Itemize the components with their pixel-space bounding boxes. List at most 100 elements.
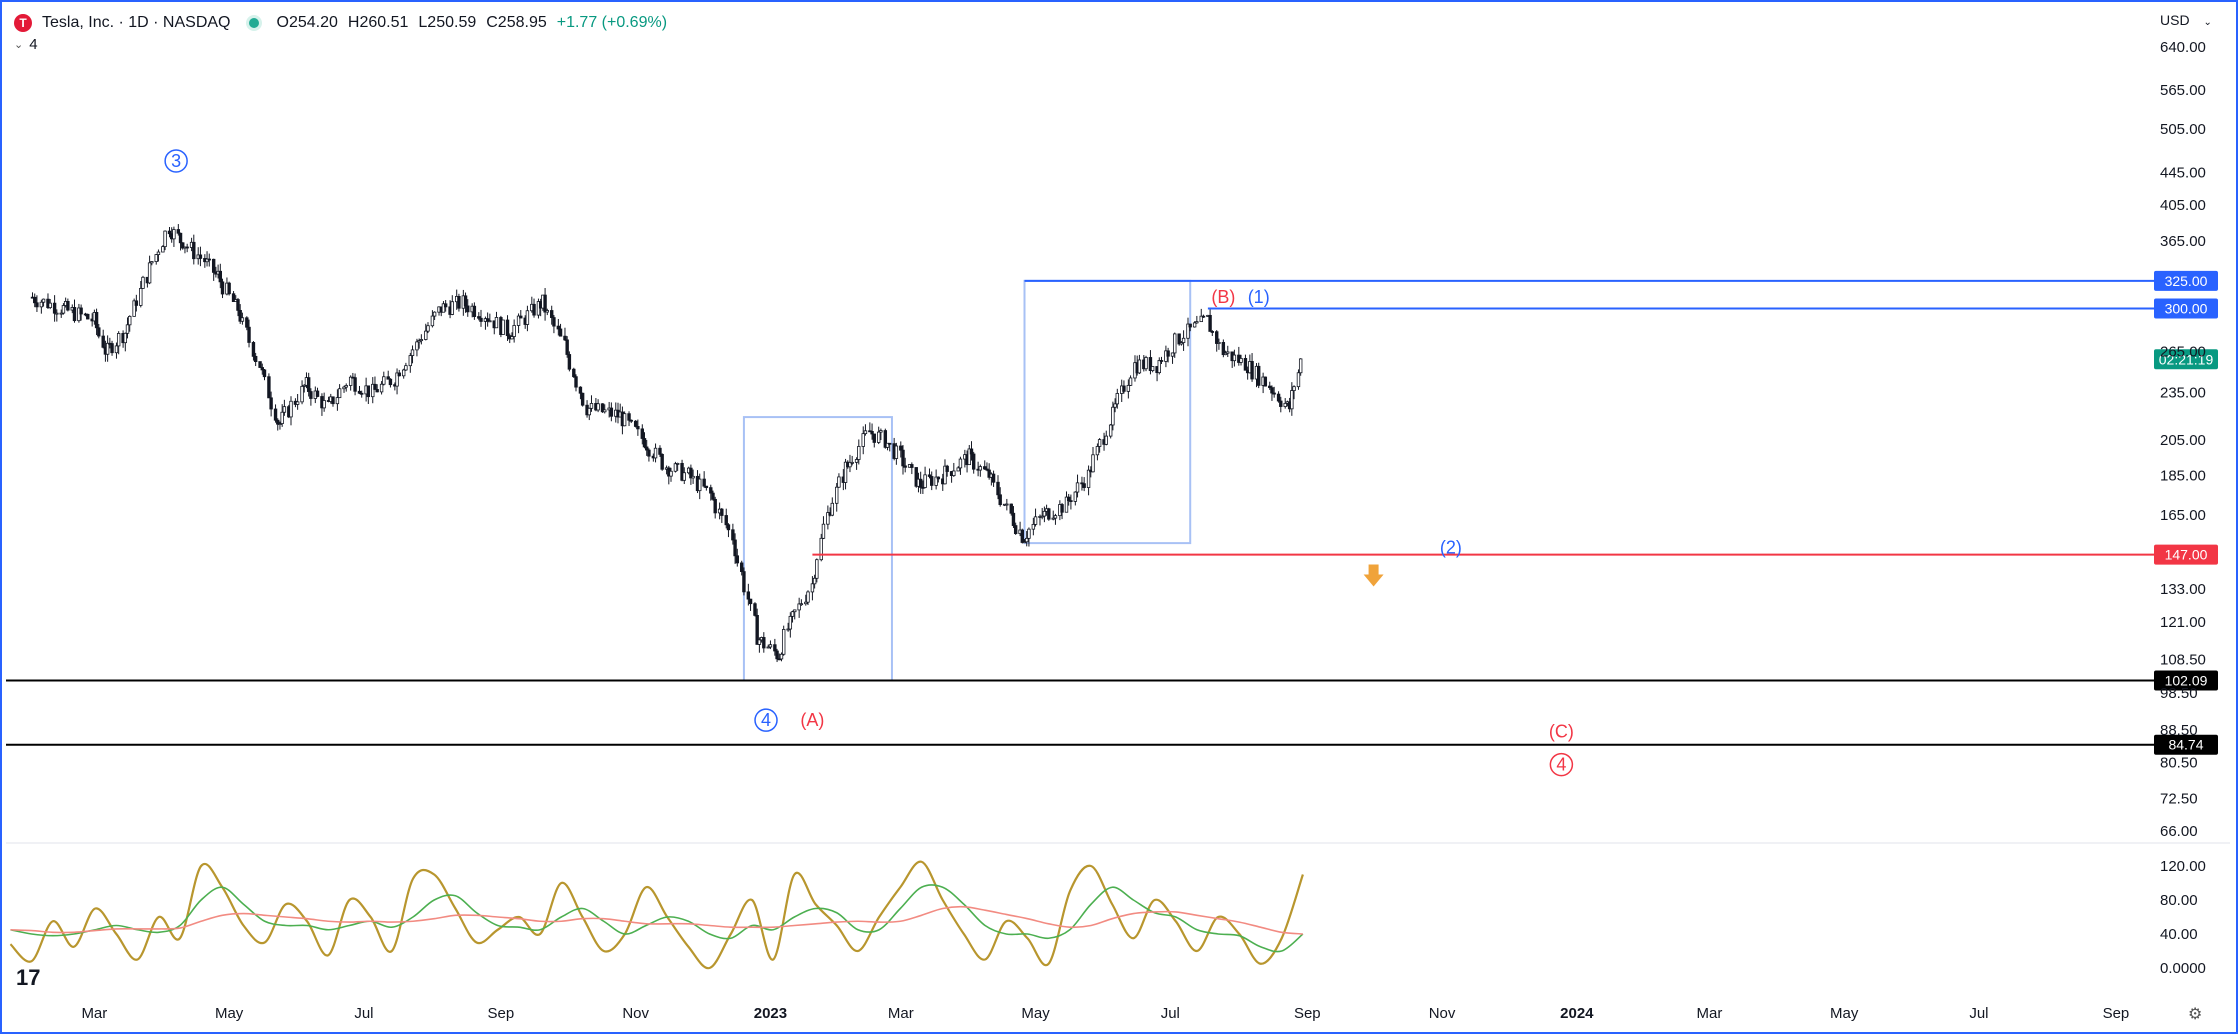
candle-body	[408, 355, 413, 367]
candle-body	[1215, 331, 1219, 344]
candle-body	[335, 397, 340, 405]
candle-body	[740, 562, 744, 573]
wave-label: (C)	[1549, 722, 1574, 742]
candle-body	[558, 328, 563, 337]
gear-icon[interactable]: ⚙	[2188, 1004, 2202, 1024]
y-tick-label: 108.50	[2160, 651, 2206, 668]
candle-body	[141, 276, 145, 289]
candle-body	[1239, 358, 1243, 363]
candle-body	[344, 385, 348, 388]
candle-body	[552, 317, 556, 327]
y-tick-label: 66.00	[2160, 823, 2198, 840]
candle-body	[322, 400, 326, 409]
candle-body	[443, 303, 448, 308]
candle-body	[331, 396, 335, 405]
consolidation-box	[742, 416, 893, 682]
x-tick-label: May	[215, 1005, 244, 1022]
candle-body	[742, 571, 746, 593]
candle-body	[1111, 406, 1115, 426]
candle-body	[1011, 512, 1016, 526]
symbol-title[interactable]: Tesla, Inc. · 1D · NASDAQ	[42, 14, 231, 32]
candle-body	[1108, 424, 1113, 437]
candle-body	[61, 305, 66, 314]
candle-body	[850, 461, 854, 464]
price-level-label: 325.00	[2165, 273, 2208, 289]
consolidation-box	[1023, 279, 1192, 545]
y-tick-label: 205.00	[2160, 432, 2206, 449]
candle-body	[1104, 435, 1108, 445]
candle-body	[633, 420, 638, 427]
time-axis: Mar May Jul Sep Nov 2023 Mar May Jul Sep Nov 2024 Ma…	[81, 1005, 2129, 1022]
x-tick-label: Nov	[1429, 1005, 1456, 1022]
candle-body	[998, 494, 1002, 505]
candle-body	[227, 282, 231, 295]
candle-body	[574, 376, 578, 388]
candle-body	[731, 529, 735, 541]
candle-body	[567, 354, 572, 370]
candle-body	[430, 315, 435, 327]
candle-body	[114, 345, 119, 354]
candle-body	[66, 301, 70, 311]
candle-body	[1166, 350, 1170, 357]
y-tick-label: 640.00	[2160, 39, 2206, 56]
candle-body	[854, 459, 859, 463]
candle-body	[185, 246, 189, 249]
x-tick-label: Jul	[1969, 1005, 1988, 1022]
candle-body	[532, 303, 536, 316]
currency-selector[interactable]: USD ⌄	[2160, 12, 2212, 28]
candle-body	[899, 445, 903, 451]
candle-body	[207, 258, 211, 261]
candle-body	[1122, 385, 1126, 392]
candle-body	[505, 319, 510, 337]
market-status-icon[interactable]	[248, 18, 259, 28]
candle-body	[1217, 342, 1221, 344]
candle-body	[653, 447, 658, 459]
wave-label: (A)	[800, 710, 824, 730]
candle-body	[675, 462, 680, 465]
candle-body	[139, 288, 143, 306]
candle-body	[936, 476, 941, 480]
candle-body	[251, 342, 256, 357]
candle-body	[894, 445, 899, 459]
candle-body	[793, 609, 797, 613]
candle-body	[996, 481, 1000, 496]
x-tick-label: Sep	[1294, 1005, 1321, 1022]
indicator-count: 4	[29, 36, 38, 53]
candle-body	[812, 577, 817, 585]
candle-body	[1283, 402, 1287, 407]
candle-body	[830, 502, 834, 516]
candle-body	[1181, 337, 1186, 343]
candle-body	[1243, 358, 1248, 371]
candle-body	[337, 388, 342, 399]
candle-body	[1082, 483, 1086, 488]
candle-body	[72, 307, 77, 322]
candle-body	[753, 603, 757, 616]
price-chart[interactable]: 325.00300.00147.00102.0984.7402:21:19 34…	[0, 0, 2238, 1034]
candle-body	[1066, 496, 1071, 502]
candle-body	[466, 305, 470, 313]
candle-body	[1042, 510, 1047, 517]
candle-body	[1232, 354, 1237, 362]
candle-body	[991, 473, 996, 483]
candle-body	[969, 448, 974, 455]
wave-label: (1)	[1248, 287, 1270, 307]
candle-body	[110, 343, 114, 354]
candle-body	[1173, 333, 1177, 354]
x-tick-label: May	[1021, 1005, 1050, 1022]
indicators-toggle[interactable]: ⌄ 4	[14, 36, 38, 53]
y-tick-label: 98.50	[2160, 685, 2198, 702]
x-tick-label: May	[1830, 1005, 1859, 1022]
candle-body	[1270, 387, 1274, 394]
candle-body	[55, 312, 59, 315]
candle-body	[1210, 331, 1215, 333]
candle-body	[669, 470, 673, 477]
candle-body	[309, 391, 313, 399]
candle-body	[930, 476, 934, 486]
chevron-down-icon: ⌄	[2203, 17, 2212, 28]
candle-body	[404, 365, 408, 371]
candle-body	[282, 406, 287, 413]
chart-legend-header: T Tesla, Inc. · 1D · NASDAQ O254.20 H260…	[14, 10, 667, 36]
candle-body	[379, 383, 384, 393]
candle-body	[1137, 359, 1142, 374]
candle-body	[512, 325, 516, 337]
